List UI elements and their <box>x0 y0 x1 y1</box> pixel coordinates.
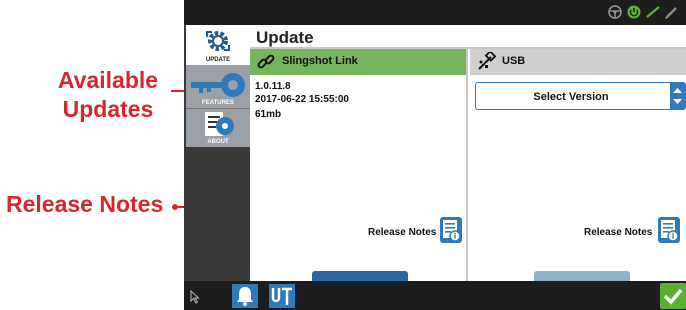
update-date: 2017-06-22 15:55:00 <box>255 94 349 105</box>
nav-label-features: FEATURES <box>202 100 234 106</box>
available-updates-callout-text: Available Updates <box>57 67 159 122</box>
status-bar <box>184 0 686 25</box>
select-arrows-icon[interactable] <box>670 83 685 109</box>
slingshot-release-notes-label[interactable]: Release Notes <box>368 227 436 238</box>
nav-item-features[interactable]: FEATURES <box>186 65 250 109</box>
main-content: Update Slingshot Link 1.0.11.8 2017-06-2… <box>250 25 686 301</box>
usb-release-notes-icon[interactable] <box>658 217 680 243</box>
version-select[interactable]: Select Version <box>475 82 686 110</box>
available-updates-callout: Available Updates <box>48 66 168 124</box>
device-screen: UPDATE FEATURES ABOUT Update Slingshot L… <box>184 0 686 310</box>
nav-item-update[interactable]: UPDATE <box>186 25 250 65</box>
usb-panel: USB Select Version Release Notes <box>470 49 686 301</box>
usb-icon <box>476 50 497 72</box>
slingshot-panel-header: Slingshot Link <box>250 49 466 75</box>
signal-icon <box>645 4 661 20</box>
usb-panel-header: USB <box>470 49 686 75</box>
update-size: 61mb <box>255 109 282 120</box>
left-nav: UPDATE FEATURES ABOUT <box>184 25 250 281</box>
checkmark-icon[interactable] <box>660 283 686 310</box>
release-notes-icon[interactable] <box>440 217 462 243</box>
link-icon <box>256 52 276 72</box>
ut-icon[interactable] <box>269 284 295 310</box>
power-icon <box>626 4 642 20</box>
pen-icon <box>664 4 680 20</box>
version-select-value: Select Version <box>533 91 609 103</box>
bottom-bar <box>184 281 686 310</box>
usb-release-notes-label[interactable]: Release Notes <box>584 227 652 238</box>
nav-label-update: UPDATE <box>205 57 231 63</box>
usb-header-label: USB <box>502 55 526 67</box>
release-notes-callout: Release Notes <box>6 190 163 218</box>
cursor-icon <box>190 289 200 309</box>
status-icons <box>607 4 680 20</box>
key-icon <box>191 72 245 103</box>
slingshot-header-label: Slingshot Link <box>282 55 358 67</box>
update-version: 1.0.11.8 <box>255 81 291 92</box>
gear-icon <box>204 28 232 59</box>
steering-wheel-icon <box>607 4 623 20</box>
nav-item-about[interactable]: ABOUT <box>186 109 250 147</box>
bell-icon[interactable] <box>232 284 258 310</box>
slingshot-panel: Slingshot Link 1.0.11.8 2017-06-22 15:55… <box>250 49 468 301</box>
release-notes-callout-text: Release Notes <box>6 191 164 217</box>
nav-label-about: ABOUT <box>207 139 229 145</box>
page-title: Update <box>256 28 314 47</box>
release-notes-leader-dot <box>172 204 178 210</box>
